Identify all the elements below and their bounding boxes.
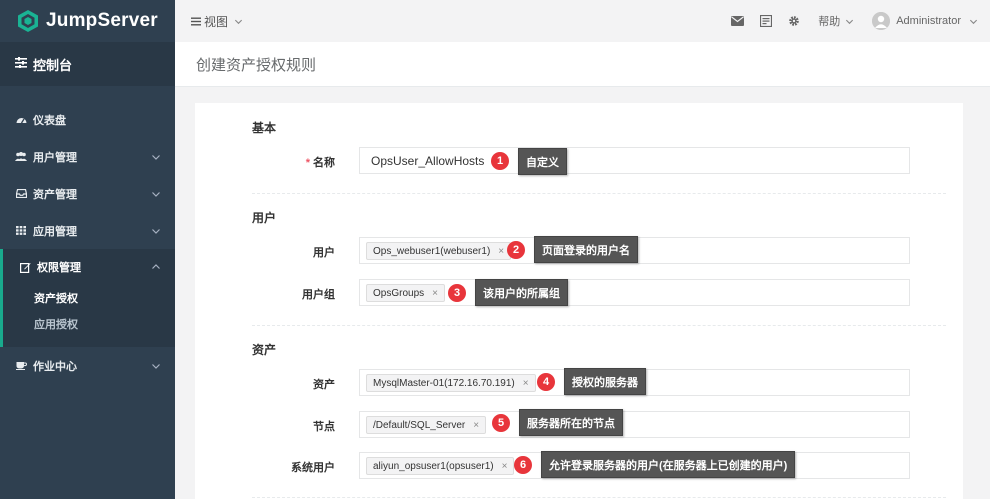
sliders-icon	[15, 57, 27, 71]
annotation-badge: 5	[492, 414, 510, 432]
chevron-down-icon	[152, 228, 160, 234]
usergroup-select[interactable]: OpsGroups ×	[359, 279, 910, 306]
console-label: 控制台	[33, 57, 73, 73]
name-input-value: OpsUser_AllowHosts	[371, 154, 485, 168]
edit-icon	[19, 262, 31, 273]
logo[interactable]: JumpServer	[0, 0, 175, 42]
sidebar-item-jobs[interactable]: 作业中心	[0, 347, 175, 384]
page-title: 创建资产授权规则	[196, 56, 317, 74]
chevron-down-icon	[152, 191, 160, 197]
divider	[252, 497, 946, 498]
users-icon	[15, 152, 27, 161]
menu-icon	[191, 14, 201, 29]
user-name[interactable]: Administrator	[896, 15, 961, 27]
sidebar-item-label: 用户管理	[33, 151, 77, 164]
coffee-icon	[15, 361, 27, 370]
th-icon	[15, 226, 27, 235]
asset-label: 资产	[313, 379, 335, 391]
chevron-up-icon	[152, 264, 160, 269]
topbar-actions: 帮助 Administrator	[715, 0, 978, 42]
tag-remove-icon[interactable]: ×	[502, 461, 508, 472]
divider	[252, 193, 946, 194]
sidebar-subitem-asset-permissions[interactable]: 资产授权	[3, 285, 175, 311]
annotation-badge: 4	[537, 373, 555, 391]
sidebar-item-label: 权限管理	[37, 262, 81, 274]
envelope-icon[interactable]	[731, 16, 745, 26]
annotation-callout: 允许登录服务器的用户(在服务器上已创建的用户)	[541, 451, 796, 478]
annotation-badge: 2	[507, 241, 525, 259]
section-title-basic: 基本	[252, 121, 277, 135]
divider	[252, 325, 946, 326]
name-input[interactable]: OpsUser_AllowHosts	[359, 147, 910, 174]
form-card: 基本 * 名称 OpsUser_AllowHosts 用户 用户 Ops_webu…	[195, 103, 963, 499]
chevron-down-icon	[969, 19, 978, 24]
section-title-user: 用户	[252, 211, 277, 225]
sysuser-label: 系统用户	[291, 462, 335, 474]
sidebar-item-label: 仪表盘	[33, 114, 66, 127]
user-avatar-icon	[872, 12, 891, 30]
tag-remove-icon[interactable]: ×	[473, 420, 479, 431]
asset-tag: MysqlMaster-01(172.16.70.191) ×	[366, 374, 536, 392]
sidebar-item-assets[interactable]: 资产管理	[0, 175, 175, 212]
name-label: * 名称	[305, 157, 335, 169]
annotation-callout: 服务器所在的节点	[519, 409, 623, 436]
annotation-callout: 页面登录的用户名	[534, 236, 638, 263]
chevron-down-icon	[152, 363, 160, 369]
terminal-icon[interactable]	[760, 15, 773, 27]
tag-remove-icon[interactable]: ×	[432, 288, 438, 299]
sysuser-tag: aliyun_opsuser1(opsuser1) ×	[366, 457, 515, 475]
annotation-callout: 自定义	[518, 148, 567, 175]
console-header[interactable]: 控制台	[0, 42, 175, 86]
node-label: 节点	[313, 421, 335, 433]
jumpserver-logo-icon	[18, 10, 38, 32]
required-marker: *	[305, 157, 310, 169]
annotation-badge: 1	[491, 152, 509, 170]
page-heading: 创建资产授权规则	[175, 42, 990, 87]
annotation-badge: 6	[514, 456, 532, 474]
annotation-callout: 授权的服务器	[564, 368, 646, 395]
help-menu[interactable]: 帮助	[818, 13, 854, 29]
annotation-callout: 该用户的所属组	[475, 279, 568, 306]
inbox-icon	[15, 189, 27, 198]
chevron-down-icon	[234, 19, 243, 24]
avatar[interactable]	[872, 12, 891, 30]
sidebar: JumpServer 控制台 仪表盘 用户管理 资产管理 应用管理 权限管理 资…	[0, 0, 175, 499]
sidebar-item-users[interactable]: 用户管理	[0, 138, 175, 175]
node-select[interactable]: /Default/SQL_Server ×	[359, 411, 910, 438]
brand-name: JumpServer	[46, 10, 158, 31]
node-tag: /Default/SQL_Server ×	[366, 416, 487, 434]
sidebar-item-label: 资产管理	[33, 188, 77, 201]
user-label: 用户	[313, 247, 335, 259]
usergroup-tag: OpsGroups ×	[366, 284, 445, 302]
sidebar-subitem-app-permissions[interactable]: 应用授权	[3, 311, 175, 337]
view-menu-label: 视图	[204, 14, 229, 29]
help-label: 帮助	[818, 16, 841, 28]
usergroup-label: 用户组	[302, 289, 335, 301]
tag-remove-icon[interactable]: ×	[523, 378, 529, 389]
user-tag: Ops_webuser1(webuser1) ×	[366, 242, 512, 260]
chevron-down-icon	[846, 19, 854, 24]
topbar: 视图 帮助 Administrator	[175, 0, 990, 42]
view-menu[interactable]: 视图	[191, 13, 243, 30]
sidebar-item-applications[interactable]: 应用管理	[0, 212, 175, 249]
sidebar-item-label: 应用管理	[33, 225, 77, 238]
sidebar-item-dashboard[interactable]: 仪表盘	[0, 101, 175, 138]
annotation-badge: 3	[448, 284, 466, 302]
gear-icon[interactable]	[788, 15, 800, 27]
section-title-asset: 资产	[252, 343, 277, 357]
sidebar-item-label: 作业中心	[33, 360, 77, 373]
tag-remove-icon[interactable]: ×	[498, 246, 504, 257]
sidebar-item-permissions[interactable]: 权限管理	[3, 249, 175, 285]
dashboard-icon	[15, 115, 27, 124]
sidebar-group-permissions: 权限管理 资产授权 应用授权	[0, 249, 175, 347]
chevron-down-icon	[152, 154, 160, 160]
